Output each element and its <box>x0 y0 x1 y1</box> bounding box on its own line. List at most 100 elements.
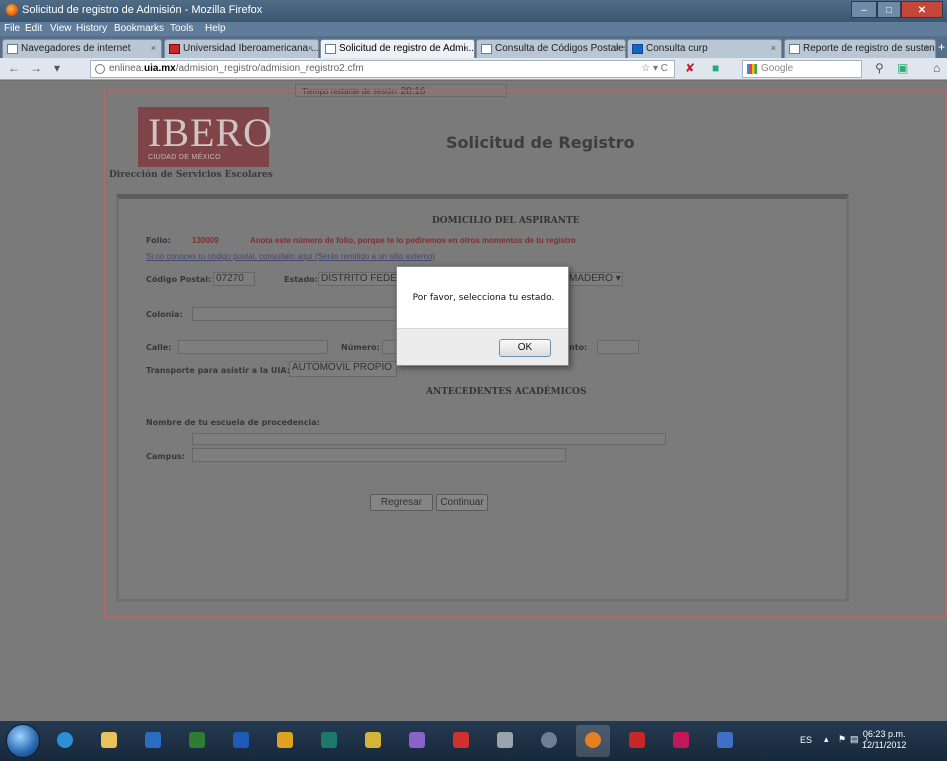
estado-label: Estado: <box>284 275 318 284</box>
municipio-select[interactable]: MADERO ▾ <box>566 272 623 286</box>
window-titlebar: Solicitud de registro de Admisión - Mozi… <box>0 0 947 22</box>
page-viewport: Tiempo restante de sesión: 28:16 IBERO C… <box>0 81 947 721</box>
transporte-select[interactable]: AUTOMOVIL PROPIO <box>289 361 397 377</box>
excel-taskbar-icon[interactable] <box>180 725 214 757</box>
taskbar-clock[interactable]: 06:23 p.m. 12/11/2012 <box>862 729 906 751</box>
page-icon <box>789 44 800 54</box>
word-taskbar-icon[interactable] <box>224 725 258 757</box>
addon-icon[interactable]: ✘ <box>685 61 695 75</box>
close-tab-icon[interactable]: × <box>151 43 156 53</box>
ie-taskbar-icon[interactable] <box>48 725 82 757</box>
tab-navegadores[interactable]: Navegadores de internet × <box>2 39 162 58</box>
flag-icon[interactable]: ⚑ <box>838 734 846 745</box>
close-tab-icon[interactable]: × <box>308 43 313 53</box>
cp-label: Código Postal: <box>146 275 212 284</box>
close-tab-icon[interactable]: × <box>615 43 620 53</box>
network-icon[interactable]: ▤ <box>850 734 859 745</box>
clock-time: 06:23 p.m. <box>862 729 906 739</box>
reload-icon[interactable]: ☆ ▾ C <box>641 63 668 74</box>
close-tab-icon[interactable]: × <box>925 43 930 53</box>
back-icon[interactable]: ← <box>8 61 20 75</box>
extension-icon[interactable]: ▣ <box>897 61 908 75</box>
tab-universidad[interactable]: Universidad Iberoamericana ... × <box>164 39 319 58</box>
navigation-bar: ← → ▾ enlinea.uia.mx/admision_registro/a… <box>0 58 947 80</box>
menu-bookmarks[interactable]: Bookmarks <box>114 23 164 34</box>
acrobat-taskbar-icon[interactable] <box>620 725 654 757</box>
taskbar: ES ▴ ⚑ ▤ ♪ 06:23 p.m. 12/11/2012 <box>0 721 947 761</box>
logo-text: IBERO <box>148 110 273 155</box>
menu-file[interactable]: File <box>4 23 20 34</box>
pdf-editor-taskbar-icon[interactable] <box>444 725 478 757</box>
paint-taskbar-icon[interactable] <box>400 725 434 757</box>
ok-button[interactable]: OK <box>499 339 551 357</box>
escuela-field[interactable] <box>192 433 666 445</box>
media-player-taskbar-icon[interactable] <box>136 725 170 757</box>
menu-tools[interactable]: Tools <box>170 23 193 34</box>
home-icon[interactable]: ⌂ <box>933 61 940 75</box>
disc-taskbar-icon[interactable] <box>532 725 566 757</box>
visio-taskbar-icon[interactable] <box>708 725 742 757</box>
start-button[interactable] <box>6 724 40 758</box>
publisher-taskbar-icon[interactable] <box>312 725 346 757</box>
close-tab-icon[interactable]: × <box>771 43 776 53</box>
ibero-favicon-icon <box>169 44 180 54</box>
depto-field[interactable] <box>597 340 639 354</box>
url-prefix: enlinea. <box>109 63 145 74</box>
calle-label: Calle: <box>146 343 172 352</box>
folio-label: Folio: <box>146 236 171 245</box>
menu-edit[interactable]: Edit <box>25 23 42 34</box>
campus-field[interactable] <box>192 448 566 462</box>
outlook-taskbar-icon[interactable] <box>268 725 302 757</box>
clock-date: 12/11/2012 <box>862 740 907 750</box>
close-button[interactable]: ✕ <box>901 1 943 18</box>
regresar-button[interactable]: Regresar <box>370 494 433 511</box>
page-icon <box>325 44 336 54</box>
colonia-field[interactable] <box>192 307 398 321</box>
tab-label: Universidad Iberoamericana ... <box>183 43 319 54</box>
tab-reporte[interactable]: Reporte de registro de susten... × <box>784 39 936 58</box>
colonia-label: Colonia: <box>146 310 183 319</box>
search-engine-icon[interactable]: ■ <box>712 61 719 75</box>
url-bar[interactable]: enlinea.uia.mx/admision_registro/admisio… <box>90 60 675 78</box>
calle-field[interactable] <box>178 340 328 354</box>
chess-taskbar-icon[interactable] <box>488 725 522 757</box>
window-controls: – □ ✕ <box>851 1 943 19</box>
tab-solicitud[interactable]: Solicitud de registro de Admi... × <box>320 39 475 58</box>
ibero-logo: IBERO CIUDAD DE MÉXICO <box>138 107 272 167</box>
tab-label: Reporte de registro de susten... <box>803 43 936 54</box>
pen-taskbar-icon[interactable] <box>356 725 390 757</box>
transporte-label: Transporte para asistir a la UIA: <box>146 366 290 375</box>
logo-subtext: CIUDAD DE MÉXICO <box>148 154 221 161</box>
search-icon[interactable]: ⚲ <box>875 61 884 75</box>
continuar-button[interactable]: Continuar <box>436 494 488 511</box>
tab-label: Consulta de Códigos Postales <box>495 43 626 54</box>
tab-consulta-curp[interactable]: Consulta curp × <box>627 39 782 58</box>
chevron-down-icon: ▾ <box>615 273 621 284</box>
tab-label: Navegadores de internet <box>21 43 131 54</box>
language-indicator[interactable]: ES <box>800 735 812 745</box>
campus-label: Campus: <box>146 452 185 461</box>
tab-codigos-postales[interactable]: Consulta de Códigos Postales × <box>476 39 626 58</box>
menu-help[interactable]: Help <box>205 23 226 34</box>
page-icon <box>7 44 18 54</box>
firefox-taskbar-icon[interactable] <box>576 725 610 757</box>
menu-view[interactable]: View <box>50 23 72 34</box>
photo-taskbar-icon[interactable] <box>664 725 698 757</box>
section-academicos: ANTECEDENTES ACADÉMICOS <box>426 387 587 397</box>
curp-favicon-icon <box>632 44 643 54</box>
search-input[interactable]: Google <box>742 60 862 78</box>
identity-icon[interactable]: ▾ <box>54 61 60 75</box>
firefox-icon <box>6 4 18 16</box>
minimize-button[interactable]: – <box>851 1 877 18</box>
cp-field[interactable]: 07270 <box>213 272 255 286</box>
maximize-button[interactable]: □ <box>877 1 901 18</box>
menu-history[interactable]: History <box>76 23 107 34</box>
url-domain: uia.mx <box>144 63 176 74</box>
forward-icon[interactable]: → <box>30 61 42 75</box>
close-tab-icon[interactable]: × <box>464 43 469 53</box>
explorer-taskbar-icon[interactable] <box>92 725 126 757</box>
tray-arrow-icon[interactable]: ▴ <box>824 734 829 745</box>
estado-select[interactable]: DISTRITO FEDE <box>318 272 400 286</box>
cp-lookup-link[interactable]: Si no conoces tu código postal, consulta… <box>146 252 435 261</box>
new-tab-icon[interactable]: + <box>938 40 945 54</box>
